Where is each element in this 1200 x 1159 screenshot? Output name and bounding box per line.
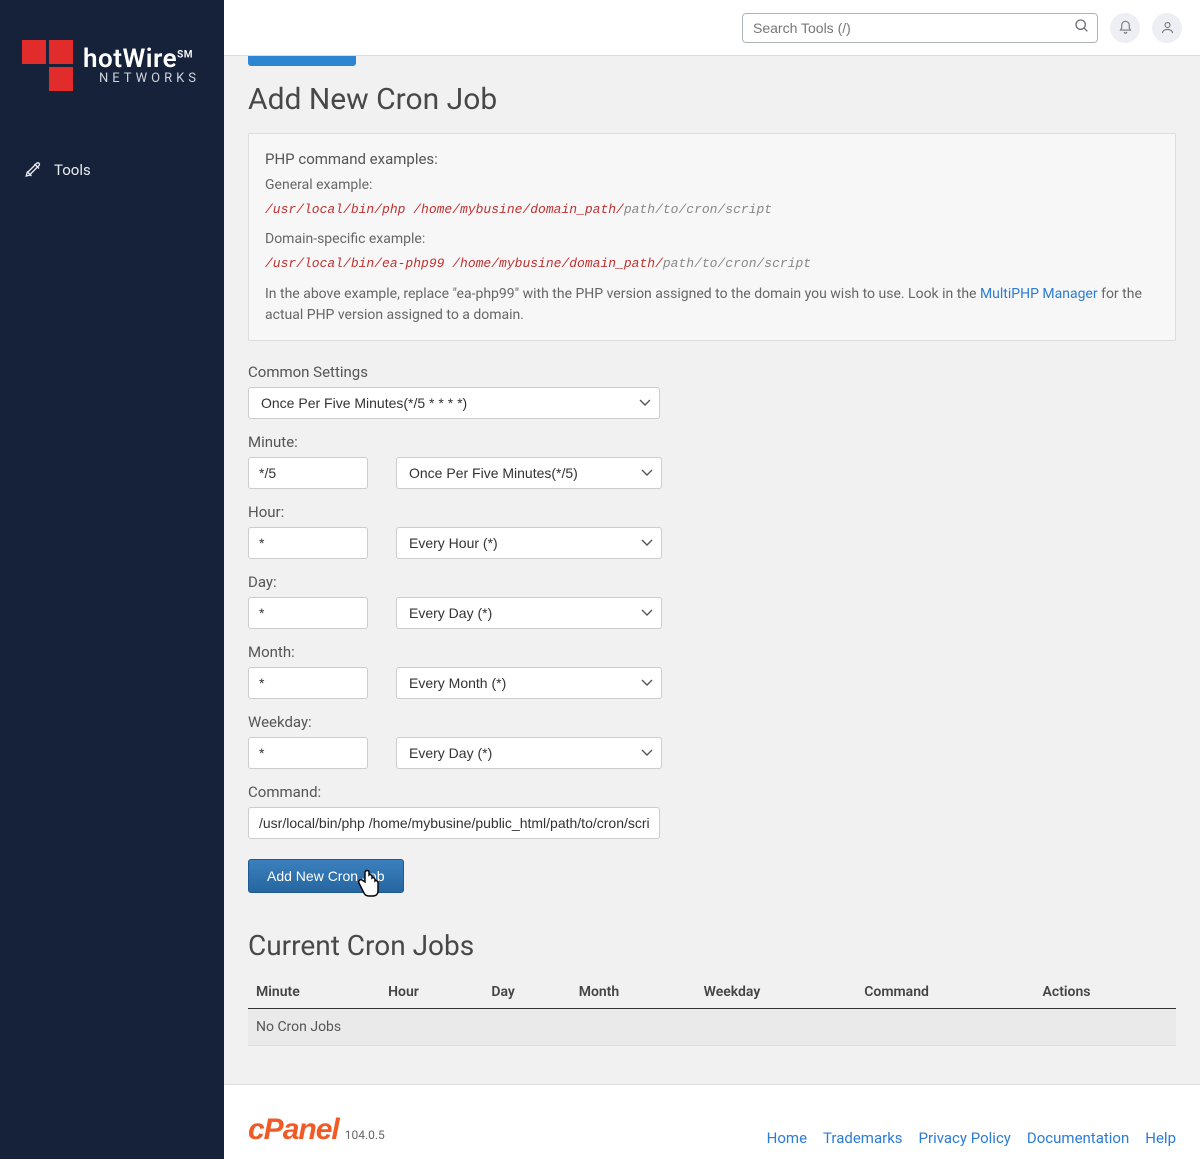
cpanel-mark: cPanel — [248, 1113, 339, 1147]
general-example-label: General example: — [265, 175, 1159, 196]
search-input[interactable] — [742, 13, 1098, 43]
table-row: No Cron Jobs — [248, 1008, 1176, 1045]
footer-link-home[interactable]: Home — [767, 1129, 807, 1147]
day-label: Day: — [248, 573, 1176, 591]
col-day: Day — [483, 976, 570, 1009]
domain-example-code: /usr/local/bin/ea-php99 /home/mybusine/d… — [265, 254, 1159, 274]
brand-line2: NETWORKS — [99, 72, 200, 85]
multiphp-manager-link[interactable]: MultiPHP Manager — [980, 286, 1098, 302]
weekday-input[interactable] — [248, 737, 368, 769]
add-new-cron-job-button[interactable]: Add New Cron Job — [248, 859, 404, 893]
tab-fragment — [248, 56, 356, 66]
month-input[interactable] — [248, 667, 368, 699]
common-settings-label: Common Settings — [248, 363, 1176, 381]
minute-input[interactable] — [248, 457, 368, 489]
weekday-label: Weekday: — [248, 713, 1176, 731]
brand-mark-icon — [22, 40, 73, 91]
command-input[interactable] — [248, 807, 660, 839]
sidebar-item-tools[interactable]: Tools — [0, 151, 224, 189]
footer-link-help[interactable]: Help — [1145, 1129, 1176, 1147]
month-label: Month: — [248, 643, 1176, 661]
col-command: Command — [856, 976, 1034, 1009]
search-icon[interactable] — [1074, 18, 1090, 38]
footer-link-documentation[interactable]: Documentation — [1027, 1129, 1129, 1147]
col-hour: Hour — [380, 976, 483, 1009]
brand-line1: hotWire — [83, 44, 177, 74]
hour-label: Hour: — [248, 503, 1176, 521]
month-preset-select[interactable]: Every Month (*) — [396, 667, 662, 699]
weekday-preset-select[interactable]: Every Day (*) — [396, 737, 662, 769]
col-actions: Actions — [1035, 976, 1176, 1009]
command-label: Command: — [248, 783, 1176, 801]
php-examples-box: PHP command examples: General example: /… — [248, 133, 1176, 341]
tools-icon — [24, 161, 42, 179]
sidebar: hotWireSM NETWORKS Tools — [0, 0, 224, 1159]
minute-preset-select[interactable]: Once Per Five Minutes(*/5) — [396, 457, 662, 489]
page-title: Add New Cron Job — [248, 82, 1176, 117]
empty-state: No Cron Jobs — [248, 1008, 1176, 1045]
domain-example-label: Domain-specific example: — [265, 229, 1159, 250]
current-cron-jobs-title: Current Cron Jobs — [248, 929, 1176, 962]
day-input[interactable] — [248, 597, 368, 629]
footer: cPanel 104.0.5 Home Trademarks Privacy P… — [224, 1084, 1200, 1159]
cron-jobs-table: Minute Hour Day Month Weekday Command Ac… — [248, 976, 1176, 1046]
common-settings-select[interactable]: Once Per Five Minutes(*/5 * * * *) — [248, 387, 660, 419]
minute-label: Minute: — [248, 433, 1176, 451]
col-weekday: Weekday — [696, 976, 857, 1009]
hour-preset-select[interactable]: Every Hour (*) — [396, 527, 662, 559]
sidebar-item-label: Tools — [54, 161, 91, 179]
col-minute: Minute — [248, 976, 380, 1009]
footer-link-privacy[interactable]: Privacy Policy — [919, 1129, 1011, 1147]
general-example-code: /usr/local/bin/php /home/mybusine/domain… — [265, 200, 1159, 220]
cpanel-version: 104.0.5 — [345, 1128, 385, 1142]
examples-note: In the above example, replace "ea-php99"… — [265, 284, 1159, 326]
hour-input[interactable] — [248, 527, 368, 559]
bell-icon — [1118, 20, 1133, 35]
notifications-button[interactable] — [1110, 13, 1140, 43]
day-preset-select[interactable]: Every Day (*) — [396, 597, 662, 629]
col-month: Month — [571, 976, 696, 1009]
footer-link-trademarks[interactable]: Trademarks — [823, 1129, 903, 1147]
user-icon — [1160, 20, 1175, 35]
brand-logo: hotWireSM NETWORKS — [0, 30, 224, 111]
search-wrap — [742, 13, 1098, 43]
brand-sm: SM — [177, 49, 193, 60]
examples-heading: PHP command examples: — [265, 148, 1159, 171]
cpanel-logo: cPanel 104.0.5 — [248, 1113, 385, 1147]
topbar — [224, 0, 1200, 56]
account-button[interactable] — [1152, 13, 1182, 43]
